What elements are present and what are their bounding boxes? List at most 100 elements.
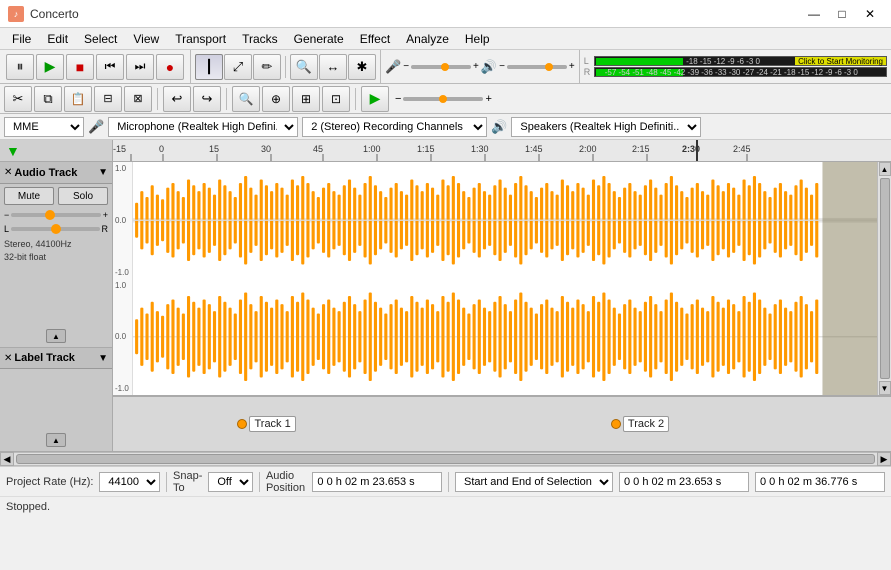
mute-button[interactable]: Mute [4, 187, 54, 205]
audio-pos-input[interactable] [312, 472, 442, 492]
menu-file[interactable]: File [4, 30, 39, 48]
svg-text:1:15: 1:15 [417, 144, 435, 154]
record-button[interactable]: ● [156, 54, 184, 80]
menu-effect[interactable]: Effect [352, 30, 398, 48]
menu-analyze[interactable]: Analyze [398, 30, 457, 48]
label-text-1[interactable]: Track 1 [249, 416, 295, 432]
minimize-button[interactable]: — [801, 4, 827, 24]
gain-slider[interactable] [11, 213, 100, 217]
skip-back-button[interactable]: ⏮ [96, 54, 124, 80]
svg-text:2:00: 2:00 [579, 144, 597, 154]
separator-2 [259, 472, 260, 492]
play-tb-button[interactable]: ▶ [361, 86, 389, 112]
menu-select[interactable]: Select [76, 30, 125, 48]
menu-edit[interactable]: Edit [39, 30, 76, 48]
scroll-left-btn[interactable]: ◀ [0, 452, 14, 466]
host-select[interactable]: MME [4, 117, 84, 137]
paste-button[interactable]: 📋 [64, 86, 92, 112]
label-text-2[interactable]: Track 2 [623, 416, 669, 432]
svg-text:0: 0 [159, 144, 164, 154]
ruler-ticks[interactable]: -15 0 15 30 45 1:00 1:15 1:30 1:45 2:00 … [113, 140, 891, 161]
selection-start-input[interactable] [619, 472, 749, 492]
audio-waveform-area[interactable]: 1.0 0.0 -1.0 1.0 0.0 -1.0 [113, 162, 891, 396]
maximize-button[interactable]: □ [829, 4, 855, 24]
start-monitoring-button[interactable]: Click to Start Monitoring [795, 57, 886, 65]
envelope-tool-button[interactable]: ⤢ [224, 54, 252, 80]
speed-slider[interactable] [403, 97, 483, 101]
menu-generate[interactable]: Generate [286, 30, 352, 48]
speed-thumb[interactable] [439, 95, 447, 103]
input-gain-thumb[interactable] [441, 63, 449, 71]
menu-view[interactable]: View [125, 30, 167, 48]
undo-button[interactable]: ↩ [163, 86, 191, 112]
mute-solo-row: Mute Solo [0, 184, 112, 208]
vu-R-label: R [584, 67, 592, 77]
input-device-select[interactable]: Microphone (Realtek High Defini...) [108, 117, 298, 137]
multi-button[interactable]: ↔ [319, 54, 347, 80]
svg-text:1:30: 1:30 [471, 144, 489, 154]
zoom-normal-button[interactable]: ⊕ [262, 86, 290, 112]
scroll-down-btn[interactable]: ▼ [879, 381, 891, 395]
svg-text:30: 30 [261, 144, 271, 154]
menu-transport[interactable]: Transport [167, 30, 234, 48]
scale-1.0-top: 1.0 [115, 164, 130, 173]
silence-button[interactable]: ⊠ [124, 86, 152, 112]
snap-to-select[interactable]: Off [208, 472, 253, 492]
snap-to-label: Snap-To [173, 470, 202, 494]
selection-mode-select[interactable]: Start and End of Selection [455, 472, 613, 492]
channels-select[interactable]: 2 (Stereo) Recording Channels [302, 117, 487, 137]
solo-button[interactable]: Solo [58, 187, 108, 205]
v-scrollbar[interactable]: ▲ ▼ [877, 162, 891, 395]
scroll-right-btn[interactable]: ▶ [877, 452, 891, 466]
zoom-sel-button[interactable]: ⊡ [322, 86, 350, 112]
selection-end-input[interactable] [755, 472, 885, 492]
output-device-select[interactable]: Speakers (Realtek High Definiti... [511, 117, 701, 137]
redo-button[interactable]: ↪ [193, 86, 221, 112]
zoom-fit-button[interactable]: ⊞ [292, 86, 320, 112]
audio-track-close[interactable]: ✕ [4, 167, 12, 178]
v-scroll-thumb[interactable] [880, 178, 890, 379]
zoom-in-button[interactable]: 🔍 [290, 54, 318, 80]
close-button[interactable]: ✕ [857, 4, 883, 24]
h-scroll-thumb[interactable] [16, 454, 875, 464]
select-tool-button[interactable]: ┃ [195, 54, 223, 80]
copy-button[interactable]: ⧉ [34, 86, 62, 112]
label-item-1[interactable]: Track 1 [237, 416, 295, 432]
cut-button[interactable]: ✂ [4, 86, 32, 112]
input-gain-slider[interactable] [411, 65, 471, 69]
svg-text:2:15: 2:15 [632, 144, 650, 154]
app-title: Concerto [30, 7, 801, 21]
play-button[interactable]: ▶ [36, 54, 64, 80]
label-track-content[interactable]: Track 1 Track 2 [113, 396, 891, 451]
scale-n1.0-bottom: -1.0 [115, 384, 130, 393]
label-collapse-button[interactable]: ▲ [46, 433, 66, 447]
label-track-close[interactable]: ✕ [4, 353, 12, 364]
tool-buttons: ┃ ⤢ ✏ 🔍 ↔ ✱ [191, 50, 381, 83]
menu-tracks[interactable]: Tracks [234, 30, 286, 48]
pause-button[interactable]: ⏸ [6, 54, 34, 80]
pan-slider[interactable] [11, 227, 99, 231]
plus-icon: + [473, 61, 479, 72]
vu-R-bar: -57 -54 -51 -48 -45 -42 -39 -36 -33 -30 … [594, 67, 887, 77]
audio-track-menu[interactable]: ▼ [98, 167, 108, 178]
vu-meter-L: L -57 -54 -51 -48 -45 -42 - Click to Sta… [584, 56, 887, 66]
menu-help[interactable]: Help [457, 30, 498, 48]
skip-forward-button[interactable]: ⏭ [126, 54, 154, 80]
output-gain-thumb[interactable] [545, 63, 553, 71]
draw-tool-button[interactable]: ✏ [253, 54, 281, 80]
collapse-row: ▲ [4, 329, 108, 343]
collapse-button[interactable]: ▲ [46, 329, 66, 343]
stop-button[interactable]: ■ [66, 54, 94, 80]
gain-thumb[interactable] [45, 210, 55, 220]
label-item-2[interactable]: Track 2 [611, 416, 669, 432]
trim-button[interactable]: ⊟ [94, 86, 122, 112]
pan-thumb[interactable] [51, 224, 61, 234]
gain-minus-label: − [4, 210, 9, 220]
label-track-menu[interactable]: ▼ [98, 353, 108, 364]
timeshift-button[interactable]: ✱ [348, 54, 376, 80]
project-rate-select[interactable]: 44100 [99, 472, 160, 492]
zoom-out-button[interactable]: 🔍 [232, 86, 260, 112]
scroll-up-btn[interactable]: ▲ [879, 162, 891, 176]
scale-0.0-bottom: 0.0 [115, 332, 130, 341]
output-gain-slider[interactable] [507, 65, 567, 69]
